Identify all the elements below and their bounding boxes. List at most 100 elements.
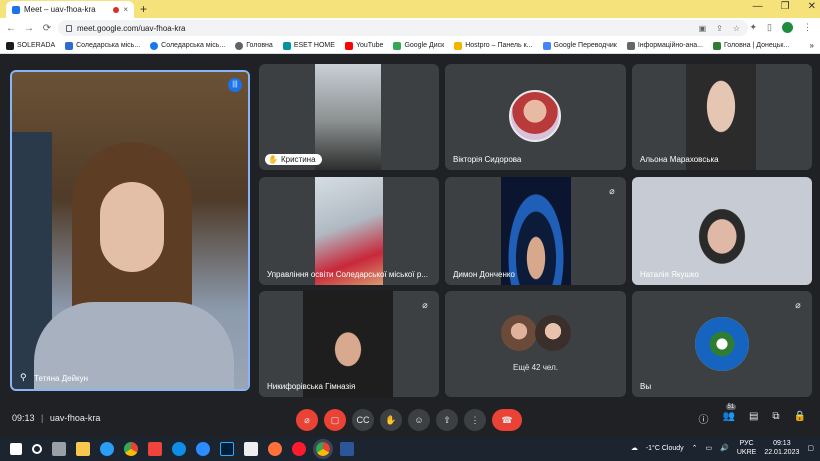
speaking-indicator-icon: ||| — [228, 78, 242, 92]
chrome-active-icon[interactable] — [313, 439, 333, 459]
leave-call-button[interactable]: ☎ — [492, 409, 522, 431]
present-button[interactable]: ⇧ — [436, 409, 458, 431]
bookmarks-bar: SOLERADA Соледарська місь... Соледарська… — [0, 38, 820, 54]
bookmark-item[interactable]: Головна | Донецьк... — [712, 41, 789, 50]
teamviewer-icon[interactable] — [172, 442, 186, 456]
reactions-button[interactable]: ☺ — [408, 409, 430, 431]
bookmark-favicon-icon — [712, 41, 721, 50]
participant-name: Альона Мараховська — [640, 155, 719, 164]
zoom-icon[interactable] — [196, 442, 210, 456]
bookmark-item[interactable]: YouTube — [344, 41, 383, 50]
host-controls-icon[interactable]: 🔒 — [794, 411, 806, 426]
edge-icon[interactable] — [100, 442, 114, 456]
address-bar[interactable]: meet.google.com/uav-fhoa-kra ▣ ⇪ ☆ — [58, 20, 748, 36]
network-icon[interactable]: ▭ — [706, 444, 713, 452]
windows-taskbar: ☁ -1°C Cloudy ⌃ ▭ 🔊 РУС UKRE 09:13 22.01.2… — [0, 437, 820, 461]
chat-icon[interactable]: ▤ — [749, 411, 758, 426]
system-tray: ☁ -1°C Cloudy ⌃ ▭ 🔊 РУС UKRE 09:13 22.01.2… — [631, 439, 814, 457]
browser-menu-icon[interactable]: ⋮ — [803, 22, 812, 33]
participant-video — [315, 64, 381, 170]
bookmark-item[interactable]: Google Переводчик — [542, 41, 617, 50]
bookmark-item[interactable]: Google Диск — [393, 41, 444, 50]
participant-count-badge: 51 — [725, 404, 737, 410]
meeting-details-icon[interactable]: ⓘ — [699, 411, 709, 426]
profile-avatar[interactable] — [782, 22, 793, 33]
tab-title: Meet – uav-fhoa-kra — [24, 5, 96, 14]
mic-off-icon: ⌀ — [795, 300, 801, 310]
raise-hand-button[interactable]: ✋ — [380, 409, 402, 431]
participant-video — [501, 177, 571, 285]
bookmark-star-icon[interactable]: ☆ — [733, 24, 740, 33]
new-tab-button[interactable]: + — [140, 2, 147, 16]
anydesk-icon[interactable] — [148, 442, 162, 456]
system-clock[interactable]: 09:13 22.01.2023 — [764, 439, 799, 457]
bookmark-item[interactable]: Соледарська місь... — [150, 41, 225, 50]
more-participants-tile[interactable]: Ещё 42 чел. — [445, 291, 626, 397]
opera-icon[interactable] — [292, 442, 306, 456]
youtube-icon — [344, 41, 353, 50]
volume-icon[interactable]: 🔊 — [720, 444, 729, 452]
participant-name: Вікторія Сидорова — [453, 155, 522, 164]
chrome-icon[interactable] — [124, 442, 138, 456]
maximize-button[interactable]: ❐ — [781, 1, 790, 12]
reload-icon[interactable]: ⟳ — [40, 23, 54, 34]
more-options-button[interactable]: ⋮ — [464, 409, 486, 431]
browser-tab[interactable]: Meet – uav-fhoa-kra × — [6, 1, 134, 18]
pin-icon[interactable]: ⚲ — [20, 372, 27, 383]
camera-toggle-button[interactable]: ▢ — [324, 409, 346, 431]
notifications-icon[interactable]: ▢ — [807, 444, 814, 452]
participant-tile[interactable]: Альона Мараховська — [632, 64, 812, 170]
participant-name: Димон Донченко — [453, 270, 515, 279]
participant-tile[interactable]: ⌀ Никифорівська Гімназія — [259, 291, 439, 397]
tray-overflow-icon[interactable]: ⌃ — [692, 444, 698, 452]
file-explorer-icon[interactable] — [76, 442, 90, 456]
task-view-icon[interactable] — [52, 442, 66, 456]
language-indicator[interactable]: РУС UKRE — [737, 439, 756, 457]
lock-icon — [66, 24, 72, 32]
side-panel-icon[interactable]: ▯ — [767, 22, 772, 33]
bookmark-item[interactable]: SOLERADA — [6, 41, 55, 50]
participant-tile[interactable]: Вікторія Сидорова — [445, 64, 626, 170]
bookmark-item[interactable]: Hostpro – Панель к... — [454, 41, 533, 50]
participant-tile[interactable]: Наталія Якушко — [632, 177, 812, 285]
back-arrow-icon[interactable]: ← — [4, 23, 18, 34]
extensions-icon[interactable]: ✦ — [750, 22, 758, 33]
windows-start-icon[interactable] — [10, 443, 22, 455]
bookmark-favicon-icon — [6, 41, 14, 50]
mic-toggle-button[interactable]: ⌀ — [296, 409, 318, 431]
minimize-button[interactable]: — — [753, 1, 763, 12]
self-avatar — [695, 317, 749, 371]
bookmark-favicon-icon — [65, 41, 74, 50]
self-view-tile[interactable]: ⌀ Вы — [632, 291, 812, 397]
weather-text[interactable]: -1°C Cloudy — [646, 445, 684, 452]
bookmark-item[interactable]: ESET HOME — [282, 41, 335, 50]
bookmark-item[interactable]: Інформаційно-ана... — [626, 41, 703, 50]
captions-button[interactable]: CC — [352, 409, 374, 431]
firefox-icon[interactable] — [268, 442, 282, 456]
hostpro-icon — [454, 41, 463, 50]
forward-arrow-icon[interactable]: → — [22, 23, 36, 34]
google-drive-icon — [393, 41, 402, 50]
divider: | — [41, 413, 44, 423]
participant-avatar — [509, 90, 561, 142]
activities-icon[interactable]: ⧉ — [772, 411, 779, 426]
facebook-icon — [150, 41, 159, 50]
bookmark-favicon-icon — [626, 41, 635, 50]
close-window-button[interactable]: ✕ — [808, 1, 816, 12]
photoshop-icon[interactable] — [220, 442, 234, 456]
camera-in-use-icon[interactable]: ▣ — [699, 24, 707, 33]
bookmark-item[interactable]: Головна — [235, 41, 273, 50]
search-icon[interactable] — [32, 444, 42, 454]
word-icon[interactable] — [340, 442, 354, 456]
app-icon[interactable] — [244, 442, 258, 456]
main-speaker-tile[interactable]: ||| ⚲ Тетяна Дейкун — [10, 70, 250, 391]
people-button[interactable]: 👥 51 — [723, 404, 737, 426]
participant-tile[interactable]: ⌀ Димон Донченко — [445, 177, 626, 285]
bookmarks-overflow-button[interactable]: » — [810, 41, 814, 50]
bookmark-item[interactable]: Соледарська місь... — [65, 41, 140, 50]
participant-tile[interactable]: ✋ Кристина — [259, 64, 439, 170]
weather-icon: ☁ — [630, 445, 638, 452]
tab-close-icon[interactable]: × — [123, 5, 128, 14]
share-icon[interactable]: ⇪ — [716, 24, 723, 33]
participant-tile[interactable]: Управління освіти Соледарської міської р… — [259, 177, 439, 285]
